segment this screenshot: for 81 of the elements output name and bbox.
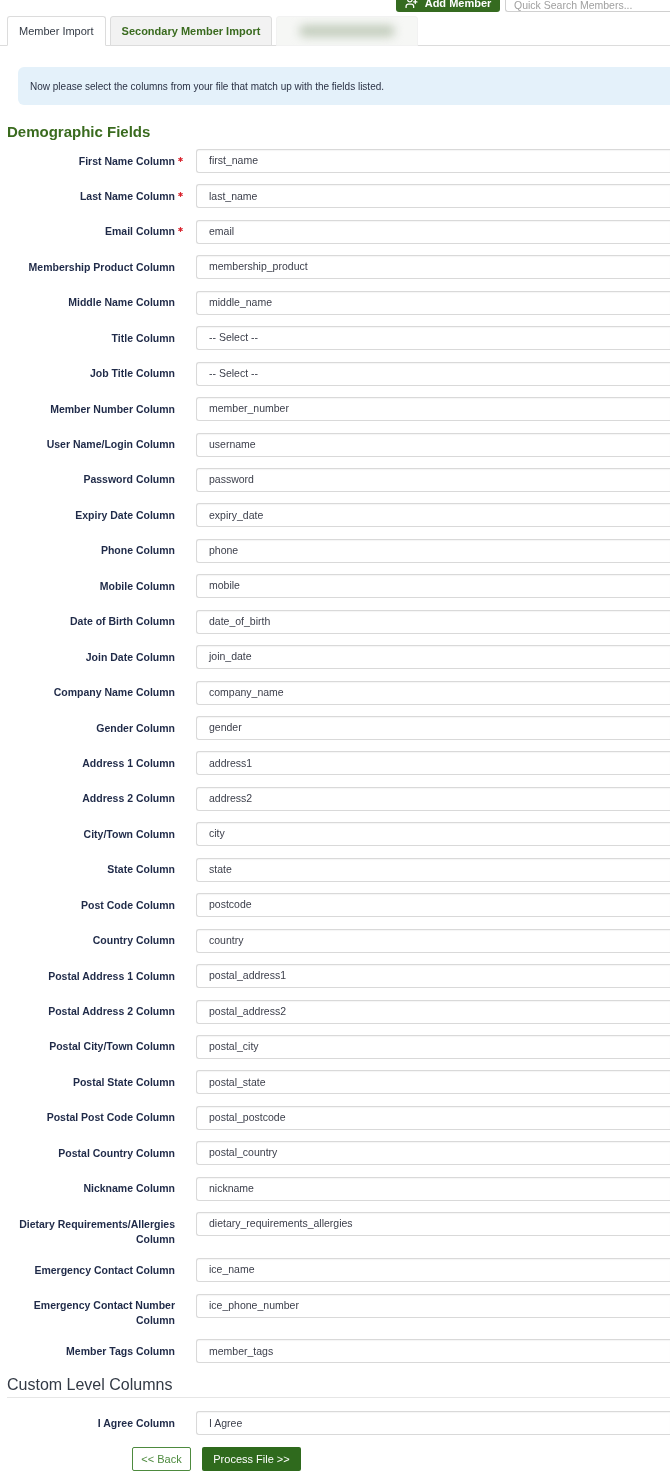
column-dropdown[interactable]: join_date <box>196 645 670 670</box>
column-dropdown[interactable]: membership_product <box>196 255 670 280</box>
field-label: Postal City/Town Column <box>49 1039 175 1055</box>
column-dropdown[interactable]: address2 <box>196 786 670 811</box>
column-dropdown[interactable]: -- Select -- <box>196 361 670 386</box>
field-label: Address 2 Column <box>82 791 175 807</box>
column-dropdown[interactable]: gender <box>196 716 670 740</box>
column-dropdown[interactable]: country <box>196 928 670 953</box>
column-dropdown[interactable]: postal_state <box>196 1070 670 1095</box>
field-label: Postal Address 1 Column <box>48 968 175 984</box>
section-heading: Custom Level Columns <box>7 1374 173 1395</box>
field-label: Mobile Column <box>99 578 175 594</box>
column-dropdown[interactable]: nickname <box>196 1176 670 1201</box>
field-label: State Column <box>107 862 175 878</box>
tab[interactable]: Member Import <box>7 16 106 46</box>
field-label: Emergency Contact Number Column <box>32 1298 175 1328</box>
column-dropdown[interactable]: postal_country <box>196 1141 670 1166</box>
add-member-button[interactable]: Add Member <box>396 0 500 12</box>
column-dropdown[interactable]: -- Select -- <box>196 326 670 351</box>
back-button[interactable]: << Back <box>132 1446 191 1471</box>
column-dropdown[interactable]: state <box>196 857 670 882</box>
column-dropdown[interactable]: last_name <box>196 184 670 209</box>
column-dropdown[interactable]: company_name <box>196 680 670 705</box>
field-label: Last Name Column <box>79 188 175 204</box>
column-dropdown[interactable]: postal_address1 <box>196 964 670 989</box>
field-label: Membership Product Column <box>28 259 175 275</box>
field-label: Email Column <box>105 224 175 240</box>
column-dropdown[interactable]: postal_postcode <box>196 1105 670 1130</box>
column-dropdown[interactable]: dietary_requirements_allergies <box>196 1212 670 1237</box>
field-label: Member Number Column <box>50 401 175 417</box>
column-dropdown[interactable]: expiry_date <box>196 503 670 528</box>
section-heading: Demographic Fields <box>7 123 151 141</box>
column-dropdown[interactable]: ice_phone_number <box>196 1293 670 1318</box>
process-file-button[interactable]: Process File >> <box>202 1446 301 1471</box>
column-dropdown[interactable]: postcode <box>196 893 670 918</box>
column-dropdown[interactable]: username <box>196 432 670 457</box>
field-label: I Agree Column <box>97 1415 175 1431</box>
field-label: Address 1 Column <box>82 755 175 771</box>
field-label: Country Column <box>92 933 175 949</box>
field-label: Postal State Column <box>72 1074 175 1090</box>
field-label: Postal Address 2 Column <box>48 1004 175 1019</box>
column-dropdown[interactable]: postal_city <box>196 1034 670 1059</box>
field-label: Post Code Column <box>81 897 175 913</box>
field-label: Nickname Column <box>83 1181 175 1197</box>
field-label: Date of Birth Column <box>70 614 175 630</box>
column-dropdown[interactable]: mobile <box>196 574 670 599</box>
field-label: City/Town Column <box>83 826 175 842</box>
column-dropdown[interactable]: I Agree <box>196 1411 670 1436</box>
tab[interactable]: Secondary Member Import <box>109 16 273 46</box>
field-label: Password Column <box>83 472 175 488</box>
column-dropdown[interactable]: city <box>196 822 670 847</box>
field-label: Emergency Contact Column <box>34 1262 175 1278</box>
field-label: Postal Post Code Column <box>46 1110 175 1126</box>
field-label: Member Tags Column <box>66 1343 175 1359</box>
field-label: Postal Country Column <box>58 1145 175 1161</box>
info-alert: Now please select the columns from your file that match up with the fields listed. <box>18 67 670 105</box>
field-label: First Name Column <box>78 153 175 169</box>
search-field[interactable]: Quick Search Members... <box>505 0 670 12</box>
column-dropdown[interactable]: postal_address2 <box>196 999 670 1024</box>
column-dropdown[interactable]: date_of_birth <box>196 609 670 634</box>
field-label: Title Column <box>111 330 175 346</box>
column-dropdown[interactable]: middle_name <box>196 290 670 315</box>
column-dropdown[interactable]: ice_name <box>196 1258 670 1283</box>
blurred-tab[interactable] <box>276 16 419 46</box>
column-dropdown[interactable]: password <box>196 467 670 492</box>
column-dropdown[interactable]: member_number <box>196 397 670 422</box>
field-label: Dietary Requirements/Allergies Column <box>18 1216 175 1247</box>
field-label: Phone Column <box>100 543 175 559</box>
field-label: Company Name Column <box>53 685 175 701</box>
field-label: Job Title Column <box>90 366 175 382</box>
column-dropdown[interactable]: email <box>196 219 670 244</box>
column-dropdown[interactable]: phone <box>196 538 670 563</box>
field-label: Join Date Column <box>85 649 175 665</box>
column-dropdown[interactable]: first_name <box>196 149 670 173</box>
field-label: Expiry Date Column <box>75 507 175 523</box>
field-label: User Name/Login Column <box>46 437 175 452</box>
field-label: Middle Name Column <box>68 295 175 311</box>
column-dropdown[interactable]: address1 <box>196 751 670 776</box>
column-dropdown[interactable]: member_tags <box>196 1339 670 1364</box>
user-plus-icon <box>404 0 418 9</box>
field-label: Gender Column <box>96 720 175 736</box>
